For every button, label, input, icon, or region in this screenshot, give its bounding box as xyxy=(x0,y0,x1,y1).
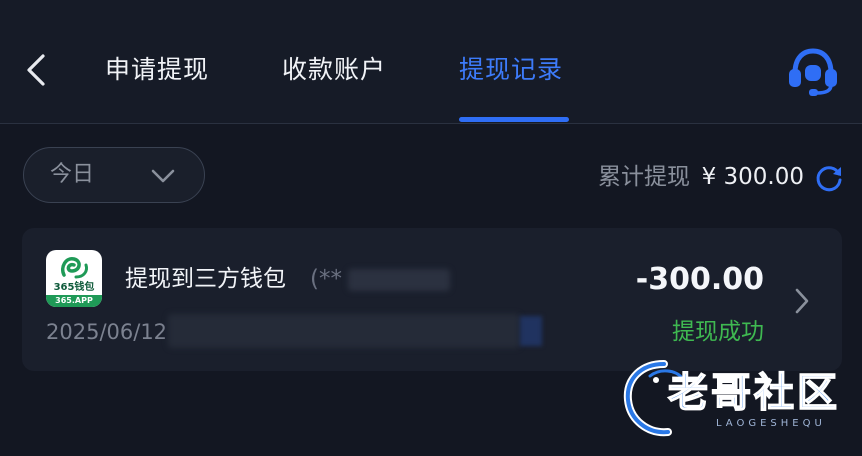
watermark: 老哥社区 LAOGESHEQU xyxy=(620,350,856,445)
date-range-value: 今日 xyxy=(50,162,95,187)
redacted-detail-block xyxy=(168,314,520,348)
watermark-text: 老哥社区 xyxy=(667,369,840,417)
customer-support-button[interactable] xyxy=(785,45,841,97)
redacted-detail-block-accent xyxy=(520,316,542,346)
wallet-logo-text: 365钱包 xyxy=(53,282,95,293)
record-amount: -300.00 xyxy=(635,262,764,297)
wallet-app-logo: 365钱包 365.APP xyxy=(46,250,102,307)
tab-withdrawal-records[interactable]: 提现记录 xyxy=(459,52,563,88)
wallet-logo-icon xyxy=(61,257,88,279)
record-account-masked: (** xyxy=(310,266,342,292)
chevron-left-icon xyxy=(27,54,45,86)
chevron-down-icon xyxy=(151,169,175,183)
wallet-logo-band: 365.APP xyxy=(46,295,102,307)
watermark-subtext: LAOGESHEQU xyxy=(716,418,826,429)
withdrawal-records-screen: 申请提现 收款账户 提现记录 今日 累计提现 ¥ 300.00 365钱包 36… xyxy=(0,0,862,456)
active-tab-indicator xyxy=(459,117,569,122)
chevron-right-icon xyxy=(795,288,809,314)
tab-apply-withdrawal[interactable]: 申请提现 xyxy=(105,52,209,88)
redacted-account-block xyxy=(348,269,450,291)
total-withdrawn-label: 累计提现 xyxy=(598,164,690,190)
record-title: 提现到三方钱包 xyxy=(125,266,286,292)
record-status-badge: 提现成功 xyxy=(672,319,764,345)
refresh-icon[interactable] xyxy=(814,163,844,193)
top-nav-bar: 申请提现 收款账户 提现记录 xyxy=(0,0,862,123)
record-date: 2025/06/12 xyxy=(46,320,168,344)
back-button[interactable] xyxy=(20,50,56,90)
headset-icon xyxy=(789,48,837,96)
date-range-dropdown[interactable]: 今日 xyxy=(23,147,205,203)
tab-receiving-accounts[interactable]: 收款账户 xyxy=(282,52,386,88)
total-withdrawn-value: ¥ 300.00 xyxy=(701,164,804,190)
header-divider xyxy=(0,123,862,124)
